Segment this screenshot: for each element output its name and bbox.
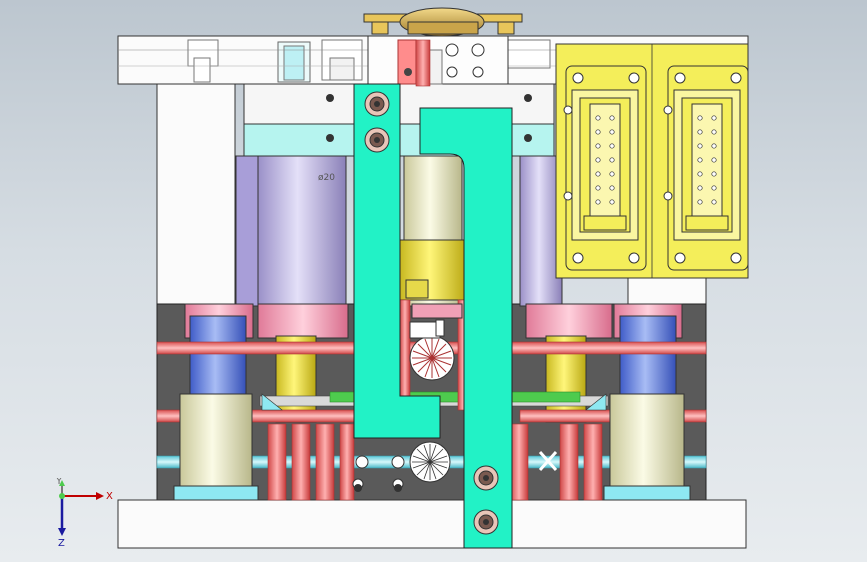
- connector-housing: [555, 43, 749, 279]
- z-axis-label: Z: [58, 538, 65, 548]
- connector-right: [663, 65, 749, 271]
- bottom-clamp-plate: [117, 499, 747, 549]
- x-axis-label: X: [106, 491, 113, 502]
- left-support-block: [156, 83, 236, 305]
- y-axis-label: Y: [55, 478, 63, 487]
- locating-ring: [363, 7, 523, 85]
- connector-left: [563, 65, 647, 271]
- cad-viewport[interactable]: ø20 X Y Z: [0, 0, 867, 562]
- mold-assembly-model[interactable]: ø20: [0, 0, 867, 562]
- z-axis-arrow: [58, 496, 66, 536]
- gate-wheel-upper: [409, 335, 455, 381]
- coordinate-triad: X Y Z: [55, 478, 113, 548]
- gate-wheel-lower: [409, 441, 451, 483]
- cylinder-mark-label: ø20: [318, 173, 335, 183]
- triad-origin: [59, 493, 65, 499]
- x-axis-arrow: [62, 492, 104, 500]
